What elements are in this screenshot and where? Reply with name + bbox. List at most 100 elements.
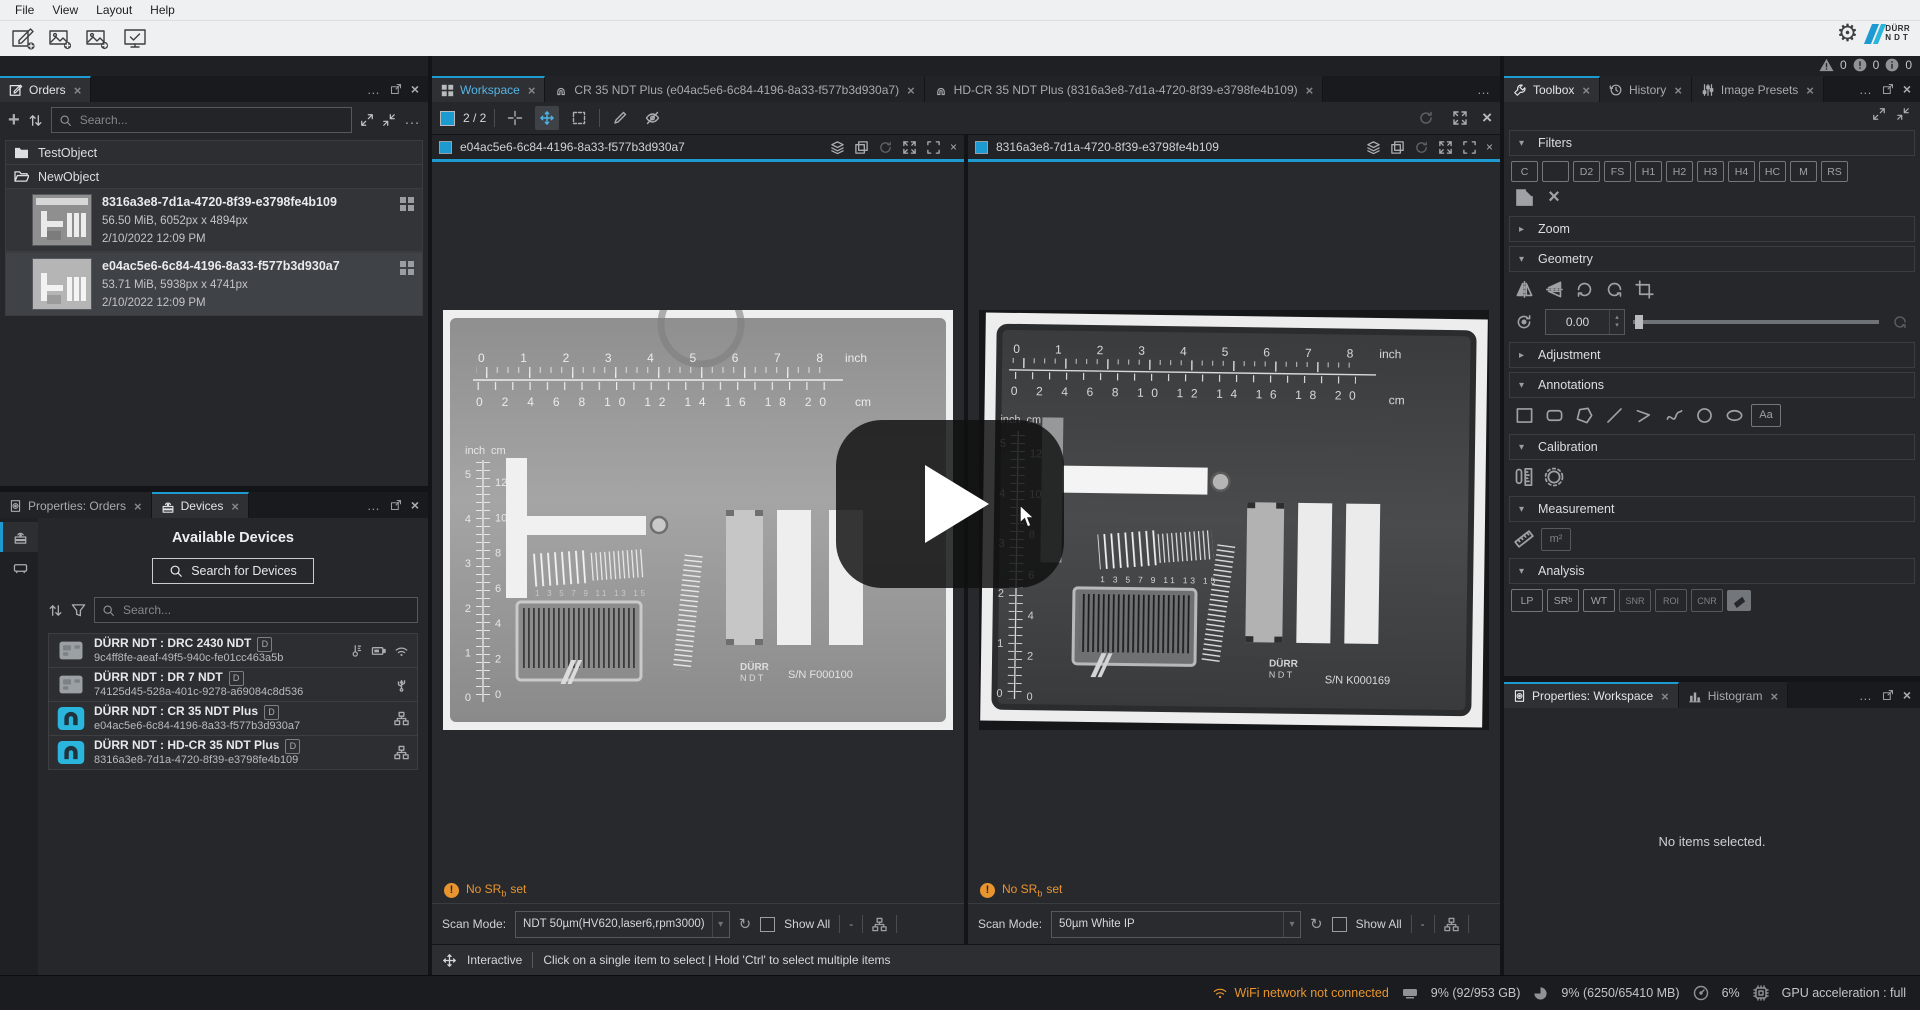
- rotation-slider[interactable]: [1633, 310, 1879, 334]
- notification-counters[interactable]: 0 0 0: [1819, 58, 1912, 72]
- crosshair-tool[interactable]: [503, 106, 527, 130]
- snr-analysis-button[interactable]: SNR: [1619, 589, 1651, 612]
- orders-search-input[interactable]: [78, 112, 344, 128]
- tab-devices[interactable]: Devices ×: [152, 492, 249, 518]
- tab-cr35[interactable]: CR 35 NDT Plus (e04ac5e6-6c84-4196-8a33-…: [545, 76, 924, 102]
- close-viewer-icon[interactable]: ×: [950, 140, 957, 154]
- cnr-analysis-button[interactable]: CNR: [1691, 589, 1723, 612]
- export-image-button[interactable]: [84, 26, 112, 52]
- marquee-select-tool[interactable]: [567, 106, 591, 130]
- refresh-scan-modes-icon[interactable]: ↻: [739, 915, 752, 933]
- image-stack-icon[interactable]: [1390, 140, 1405, 155]
- filter-h4-button[interactable]: H4: [1728, 161, 1755, 182]
- annotate-pencil-tool[interactable]: [608, 106, 632, 130]
- grid-view-icon[interactable]: [399, 196, 415, 212]
- panel-close-icon[interactable]: ×: [411, 81, 419, 97]
- orders-search[interactable]: [51, 107, 352, 133]
- devices-search-input[interactable]: [121, 602, 410, 618]
- tab-orders[interactable]: Orders ×: [0, 76, 91, 102]
- scan-mode-dropdown[interactable]: NDT 50µm(HV620,laser6,rpm3000) ▾: [515, 911, 730, 938]
- tab-close-icon[interactable]: ×: [1661, 689, 1669, 704]
- expand-all-icon[interactable]: [360, 113, 374, 127]
- filter-hc-button[interactable]: HC: [1759, 161, 1786, 182]
- filter-d1-button[interactable]: [1542, 161, 1569, 182]
- filter-h1-button[interactable]: H1: [1635, 161, 1662, 182]
- wt-analysis-button[interactable]: WT: [1583, 589, 1615, 612]
- expand-viewer-icon[interactable]: [1438, 140, 1453, 155]
- polygon-annotation-icon[interactable]: [1571, 403, 1597, 427]
- tab-workspace[interactable]: Workspace ×: [432, 76, 545, 102]
- popout-icon[interactable]: [1882, 689, 1894, 701]
- panel-menu-icon[interactable]: …: [1859, 688, 1873, 703]
- close-workspace-icon[interactable]: ×: [1482, 108, 1492, 128]
- folder-testobject[interactable]: TestObject: [5, 140, 423, 164]
- order-item[interactable]: 8316a3e8-7d1a-4720-8f39-e3798fe4b109 56.…: [5, 188, 423, 252]
- roi-analysis-button[interactable]: ROI: [1655, 589, 1687, 612]
- settings-gear-icon[interactable]: ⚙: [1837, 22, 1859, 46]
- device-category-scanners[interactable]: [0, 522, 38, 552]
- order-item[interactable]: e04ac5e6-6c84-4196-8a33-f577b3d930a7 53.…: [5, 252, 423, 316]
- custom-filter-icon[interactable]: [1511, 185, 1537, 209]
- circle-annotation-icon[interactable]: [1691, 403, 1717, 427]
- text-annotation-button[interactable]: Aa: [1751, 404, 1781, 427]
- monitor-check-button[interactable]: [121, 26, 149, 52]
- filter-fs-button[interactable]: FS: [1604, 161, 1631, 182]
- section-zoom[interactable]: ▸Zoom: [1509, 216, 1915, 242]
- popout-icon[interactable]: [390, 499, 402, 511]
- polyline-annotation-icon[interactable]: [1631, 403, 1657, 427]
- network-icon[interactable]: [872, 917, 887, 932]
- new-order-button[interactable]: [10, 26, 38, 52]
- menu-view[interactable]: View: [43, 2, 87, 18]
- decrement-icon[interactable]: -: [1421, 917, 1425, 931]
- collapse-sections-icon[interactable]: [1896, 107, 1910, 121]
- filter-h3-button[interactable]: H3: [1697, 161, 1724, 182]
- collapse-all-icon[interactable]: [382, 113, 396, 127]
- filter-c-button[interactable]: C: [1511, 161, 1538, 182]
- popout-icon[interactable]: [1882, 83, 1894, 95]
- tab-close-icon[interactable]: ×: [907, 83, 915, 98]
- area-measure-button[interactable]: m²: [1541, 528, 1571, 551]
- close-viewer-icon[interactable]: ×: [1486, 140, 1493, 154]
- tab-close-icon[interactable]: ×: [1306, 83, 1314, 98]
- section-analysis[interactable]: ▾Analysis: [1509, 558, 1915, 584]
- tab-close-icon[interactable]: ×: [1582, 83, 1590, 98]
- show-all-checkbox[interactable]: [760, 917, 775, 932]
- tabs-overflow-icon[interactable]: …: [1477, 82, 1491, 97]
- panel-menu-icon[interactable]: …: [1859, 82, 1873, 97]
- device-category-detectors[interactable]: [0, 552, 38, 582]
- popout-icon[interactable]: [390, 83, 402, 95]
- section-measurement[interactable]: ▾Measurement: [1509, 496, 1915, 522]
- length-calibration-icon[interactable]: [1511, 465, 1537, 489]
- rounded-rectangle-annotation-icon[interactable]: [1541, 403, 1567, 427]
- tab-hdcr35[interactable]: HD-CR 35 NDT Plus (8316a3e8-7d1a-4720-8f…: [925, 76, 1324, 102]
- folder-newobject[interactable]: NewObject: [5, 164, 423, 188]
- wifi-status[interactable]: WiFi network not connected: [1212, 986, 1389, 1000]
- tab-close-icon[interactable]: ×: [1674, 83, 1682, 98]
- device-row[interactable]: DÜRR NDT : DRC 2430 NDTD 9c4ff8fe-aeaf-4…: [48, 633, 418, 667]
- tab-image-presets[interactable]: Image Presets ×: [1692, 76, 1824, 102]
- device-row[interactable]: DÜRR NDT : CR 35 NDT PlusD e04ac5e6-6c84…: [48, 701, 418, 735]
- layout-indicator-icon[interactable]: [440, 111, 455, 126]
- move-tool[interactable]: [535, 106, 559, 130]
- show-all-checkbox[interactable]: [1332, 917, 1347, 932]
- filter-h2-button[interactable]: H2: [1666, 161, 1693, 182]
- viewer-header[interactable]: 8316a3e8-7d1a-4720-8f39-e3798fe4b109 ×: [968, 135, 1500, 159]
- scan-mode-dropdown[interactable]: 50µm White IP ▾: [1051, 911, 1301, 938]
- rotate-ccw-icon[interactable]: [1601, 277, 1627, 301]
- panel-menu-icon[interactable]: …: [367, 498, 381, 513]
- curve-annotation-icon[interactable]: [1661, 403, 1687, 427]
- section-filters[interactable]: ▾Filters: [1509, 130, 1915, 156]
- free-rotate-icon[interactable]: [1511, 310, 1537, 334]
- menu-file[interactable]: File: [6, 2, 43, 18]
- filter-funnel-icon[interactable]: [71, 603, 86, 618]
- panel-menu-icon[interactable]: …: [367, 82, 381, 97]
- decrement-icon[interactable]: -: [849, 917, 853, 931]
- sort-icon[interactable]: [28, 113, 43, 128]
- rotate-cw-icon[interactable]: [1571, 277, 1597, 301]
- menu-layout[interactable]: Layout: [87, 2, 141, 18]
- tab-close-icon[interactable]: ×: [1770, 689, 1778, 704]
- crop-icon[interactable]: [1631, 277, 1657, 301]
- expand-sections-icon[interactable]: [1872, 107, 1886, 121]
- layers-icon[interactable]: [1366, 140, 1381, 155]
- tab-close-icon[interactable]: ×: [528, 83, 536, 98]
